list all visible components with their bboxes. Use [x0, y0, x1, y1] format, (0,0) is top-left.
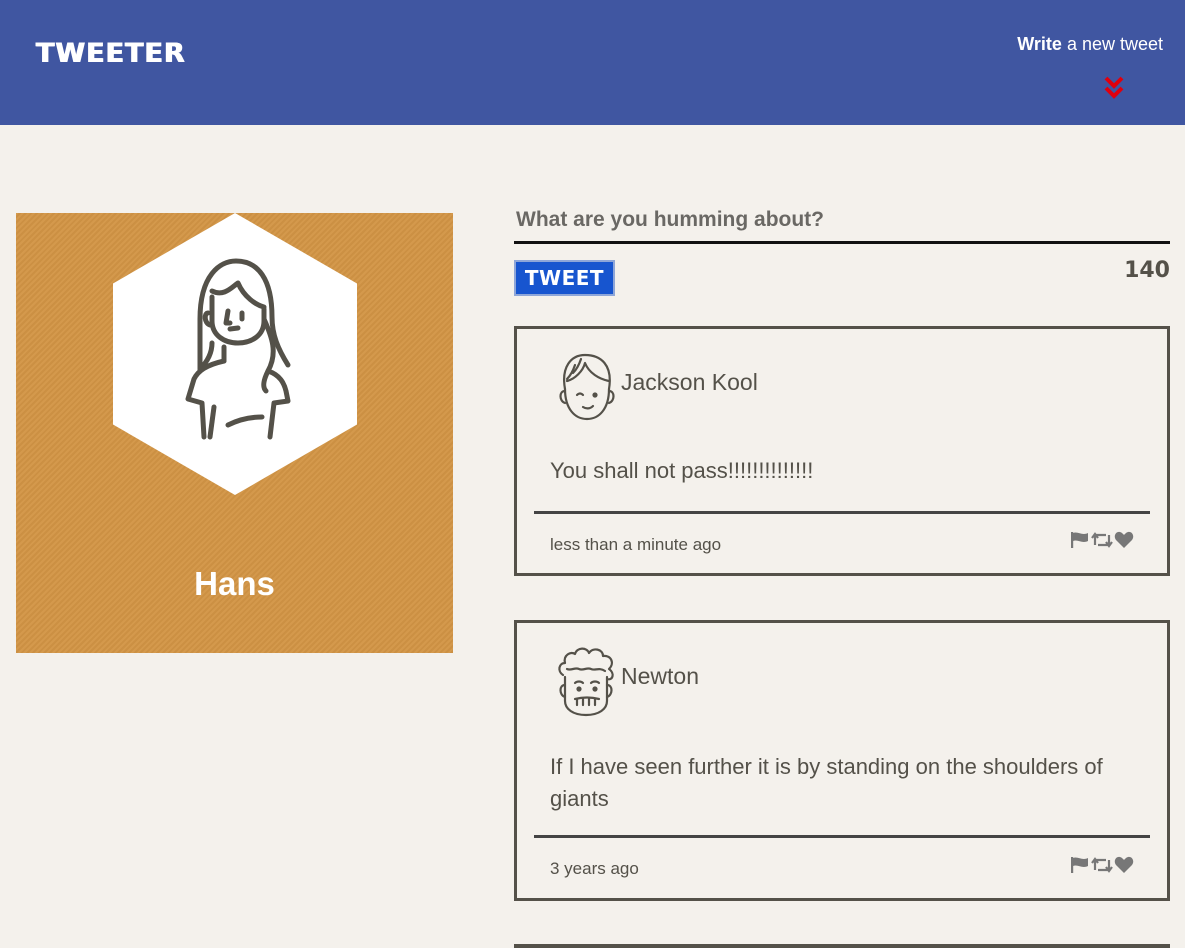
tweet-card: Jackson Kool You shall not pass!!!!!!!!!…: [514, 326, 1170, 576]
tweet-submit-button[interactable]: TWEET: [514, 260, 615, 296]
tweet-text-input[interactable]: [514, 200, 1170, 244]
tweet-text: If I have seen further it is by standing…: [550, 754, 1103, 811]
flag-icon[interactable]: [1070, 531, 1090, 549]
heart-icon[interactable]: [1114, 531, 1134, 549]
woman-avatar-icon: [168, 257, 298, 447]
tweet-card: Newton If I have seen further it is by s…: [514, 620, 1170, 901]
tweet-actions: [1070, 531, 1134, 549]
tweet-actions: [1070, 856, 1134, 874]
curly-hair-avatar-icon: [553, 645, 619, 724]
retweet-icon[interactable]: [1091, 856, 1113, 874]
profile-card: Hans: [16, 213, 453, 653]
compose-toggle-button[interactable]: Write a new tweet: [983, 34, 1163, 106]
profile-name: Hans: [194, 565, 275, 602]
character-counter: 140: [1124, 258, 1170, 283]
boy-avatar-icon: [553, 351, 619, 430]
tweet-author[interactable]: Jackson Kool: [621, 369, 758, 396]
brand-logo[interactable]: TWEETER: [36, 38, 186, 69]
tweet-divider: [534, 511, 1150, 514]
top-navbar: TWEETER Write a new tweet: [0, 0, 1185, 125]
compose-toggle-rest: a new tweet: [1061, 34, 1163, 54]
tweet-composer: TWEET 140: [514, 200, 1170, 300]
tweet-text: You shall not pass!!!!!!!!!!!!!!: [550, 458, 814, 483]
heart-icon[interactable]: [1114, 856, 1134, 874]
tweet-author[interactable]: Newton: [621, 663, 699, 690]
tweet-timestamp: less than a minute ago: [550, 535, 722, 554]
tweet-card-partial: [514, 944, 1170, 948]
retweet-icon[interactable]: [1091, 531, 1113, 549]
double-chevron-down-icon[interactable]: [1104, 76, 1124, 105]
compose-toggle-label[interactable]: Write a new tweet: [1017, 34, 1163, 55]
tweet-timestamp: 3 years ago: [550, 859, 639, 878]
compose-toggle-bold: Write: [1017, 34, 1062, 54]
flag-icon[interactable]: [1070, 856, 1090, 874]
tweet-divider: [534, 835, 1150, 838]
